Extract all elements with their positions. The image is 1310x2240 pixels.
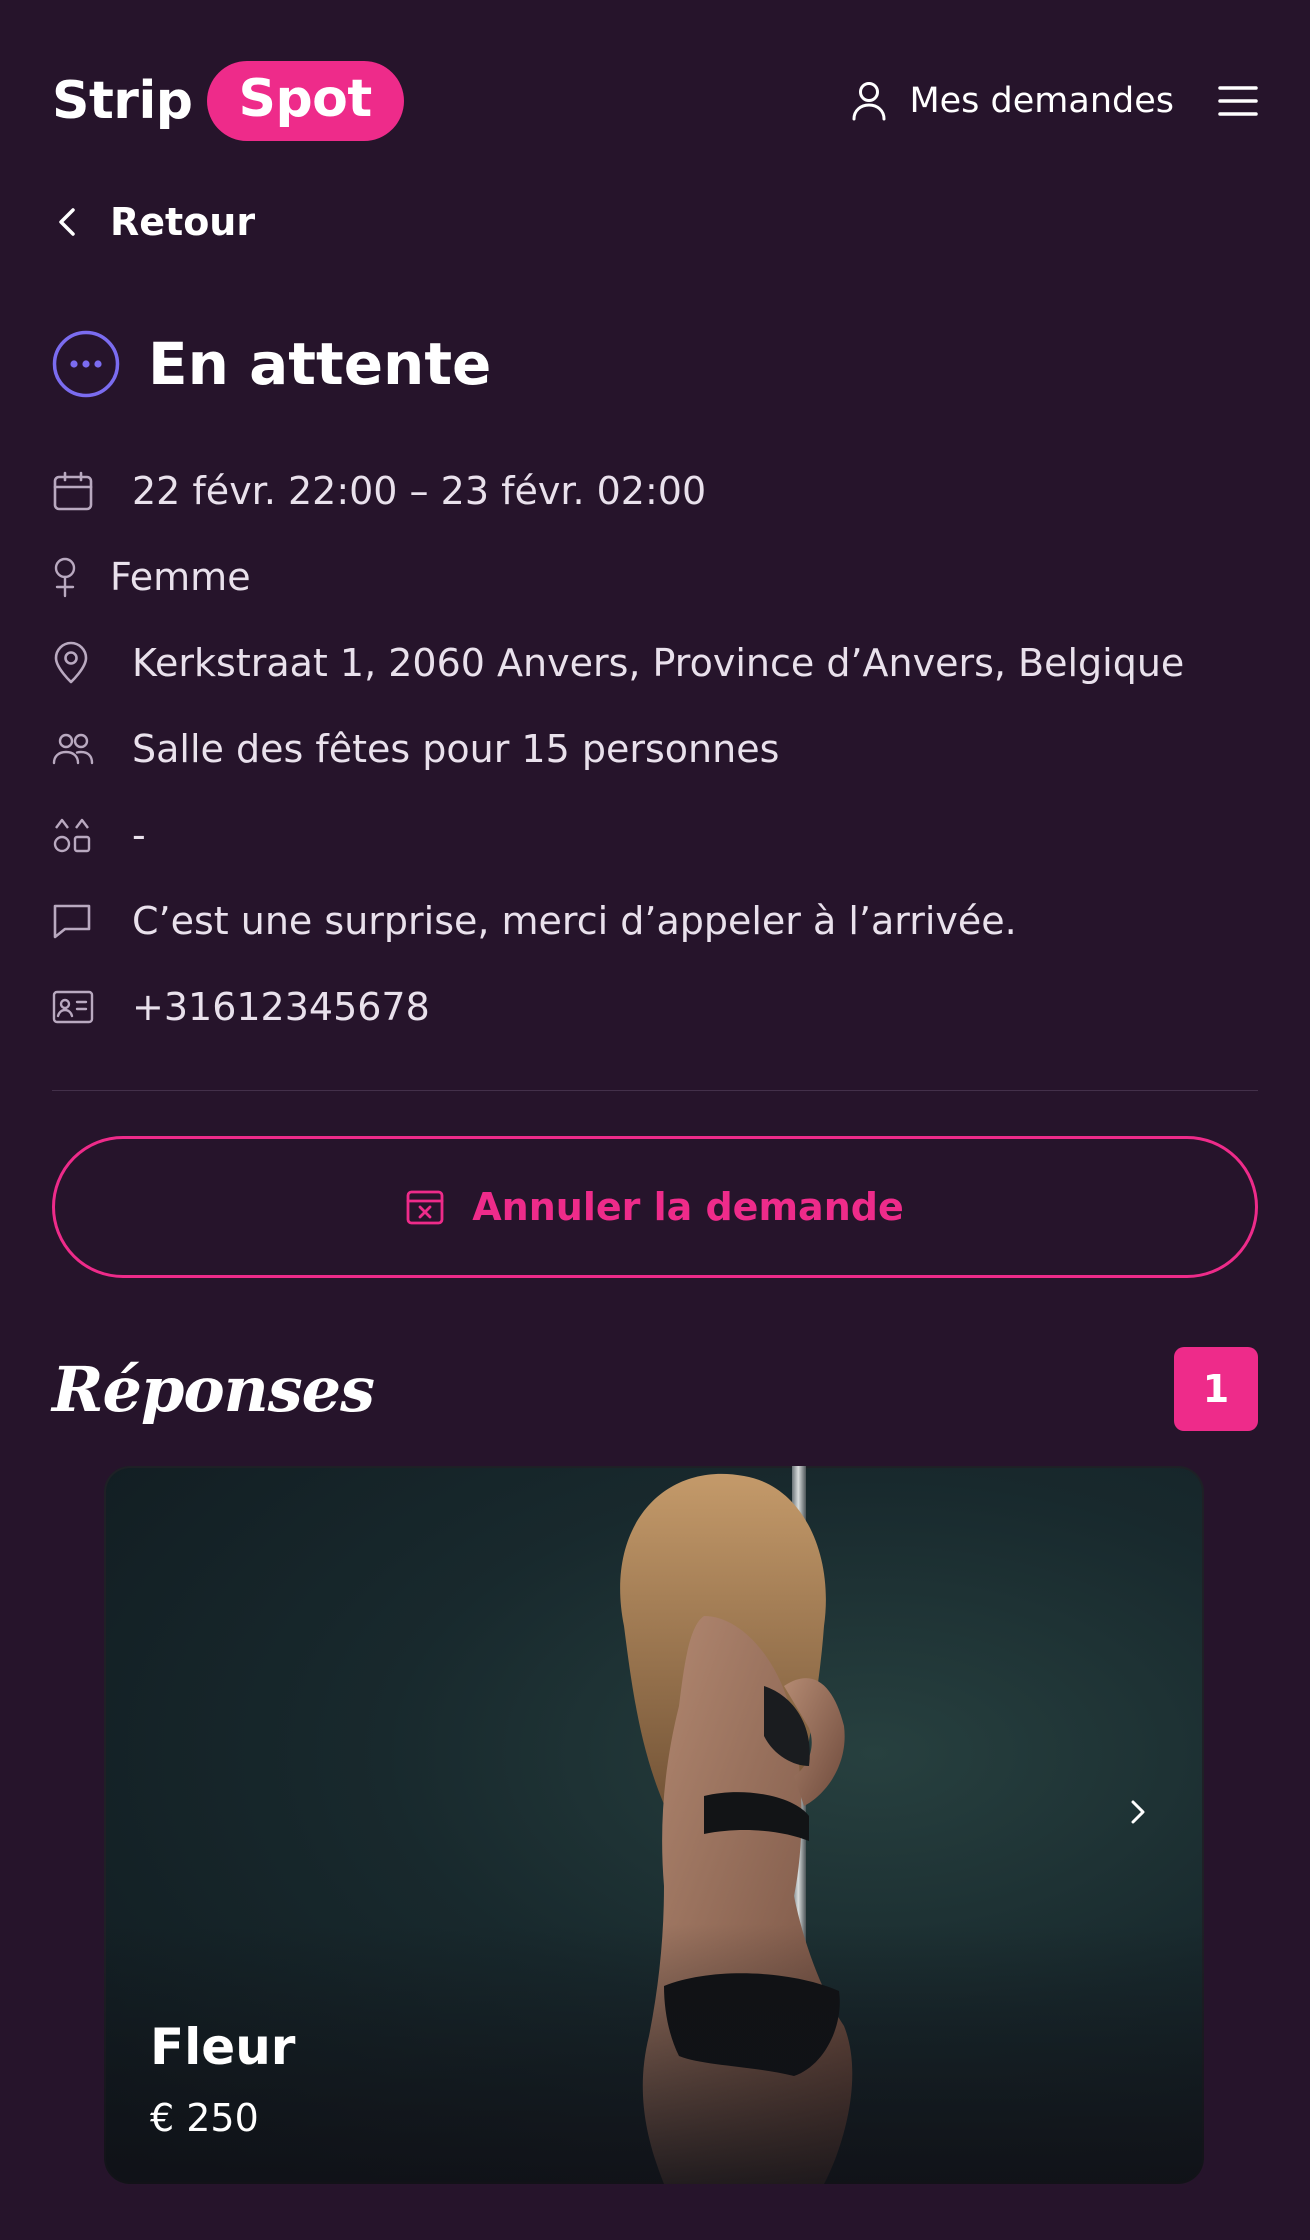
- logo-text-spot: Spot: [206, 61, 404, 141]
- responses-count-badge: 1: [1174, 1347, 1258, 1431]
- my-requests-link[interactable]: Mes demandes: [851, 81, 1174, 121]
- cancel-request-button[interactable]: Annuler la demande: [52, 1136, 1258, 1278]
- detail-venue: Salle des fêtes pour 15 personnes: [52, 706, 1258, 792]
- extras-text: -: [132, 813, 146, 857]
- shapes-icon: [52, 815, 100, 855]
- header-actions: Mes demandes: [851, 81, 1258, 121]
- chat-bubble-icon: [52, 902, 100, 940]
- calendar-icon: [52, 470, 100, 512]
- hamburger-menu-icon[interactable]: [1218, 85, 1258, 117]
- logo-text-strip: Strip: [52, 71, 193, 131]
- section-divider: [52, 1090, 1258, 1091]
- request-detail-page: Strip Spot Mes demandes Retour En attent…: [0, 0, 1310, 2240]
- contact-card-icon: [52, 990, 100, 1024]
- card-next-button[interactable]: [1114, 1788, 1162, 1836]
- response-card[interactable]: Fleur € 250: [104, 1466, 1204, 2184]
- detail-comment: C’est une surprise, merci d’appeler à l’…: [52, 878, 1258, 964]
- back-label: Retour: [110, 200, 256, 244]
- group-icon: [52, 732, 100, 766]
- back-link[interactable]: Retour: [58, 200, 255, 244]
- performer-name: Fleur: [150, 2018, 296, 2076]
- status-title: En attente: [148, 330, 492, 398]
- datetime-text: 22 févr. 22:00 – 23 févr. 02:00: [132, 469, 707, 513]
- request-details: 22 févr. 22:00 – 23 févr. 02:00 Femme Ke…: [52, 448, 1258, 1050]
- comment-text: C’est une surprise, merci d’appeler à l’…: [132, 899, 1017, 943]
- user-icon: [851, 81, 887, 121]
- detail-address: Kerkstraat 1, 2060 Anvers, Province d’An…: [52, 620, 1258, 706]
- phone-text: +31612345678: [132, 985, 430, 1029]
- my-requests-label: Mes demandes: [909, 81, 1174, 121]
- request-status: En attente: [52, 330, 491, 398]
- responses-header: Réponses 1: [52, 1344, 1258, 1434]
- cancel-request-label: Annuler la demande: [472, 1185, 904, 1229]
- female-icon: [52, 556, 80, 598]
- gender-text: Femme: [110, 555, 251, 599]
- calendar-cancel-icon: [406, 1189, 444, 1225]
- address-text: Kerkstraat 1, 2060 Anvers, Province d’An…: [132, 641, 1185, 685]
- venue-text: Salle des fêtes pour 15 personnes: [132, 727, 780, 771]
- location-pin-icon: [52, 641, 100, 685]
- detail-phone: +31612345678: [52, 964, 1258, 1050]
- detail-gender: Femme: [52, 534, 1258, 620]
- responses-title: Réponses: [52, 1352, 375, 1426]
- detail-datetime: 22 févr. 22:00 – 23 févr. 02:00: [52, 448, 1258, 534]
- pending-icon: [52, 330, 120, 398]
- top-bar: Strip Spot Mes demandes: [52, 52, 1258, 150]
- chevron-left-icon: [58, 207, 76, 237]
- detail-extras: -: [52, 792, 1258, 878]
- logo[interactable]: Strip Spot: [52, 61, 404, 141]
- performer-price: € 250: [150, 2096, 259, 2140]
- chevron-right-icon: [1130, 1799, 1146, 1825]
